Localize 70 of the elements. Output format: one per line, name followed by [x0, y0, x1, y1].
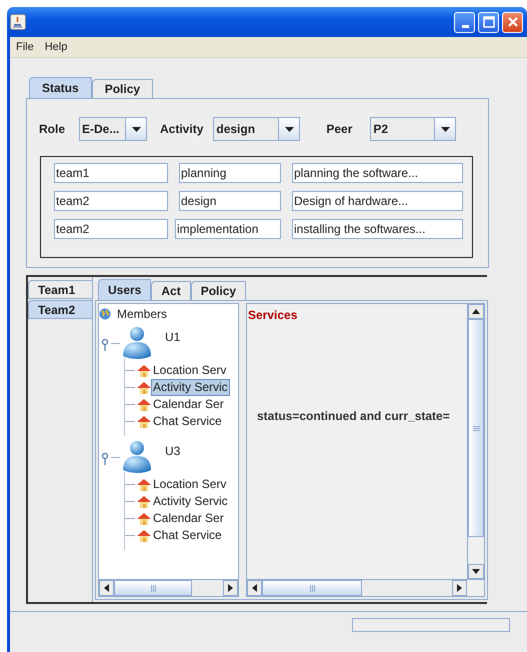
house-icon: [136, 414, 152, 428]
grip-icon: [150, 584, 156, 592]
scrollbar[interactable]: [467, 304, 484, 579]
dropdown[interactable]: E-De...: [79, 117, 148, 141]
grip-icon: [310, 584, 314, 592]
house-icon: [136, 478, 152, 492]
right-arrow-icon: [228, 584, 233, 592]
text-field[interactable]: planning the software...: [292, 163, 463, 183]
text-field[interactable]: design: [179, 191, 281, 211]
text-field[interactable]: planning: [179, 163, 281, 183]
tree-item[interactable]: Location Serv: [152, 477, 228, 492]
grip-icon: [472, 426, 480, 430]
menu-item[interactable]: File: [13, 41, 42, 53]
text-field[interactable]: installing the softwares...: [292, 219, 463, 239]
left-arrow-icon: [252, 584, 257, 592]
up-arrow-icon: [472, 309, 480, 314]
tab[interactable]: Policy: [92, 79, 154, 98]
house-icon: [136, 494, 152, 508]
house-icon: [136, 528, 152, 542]
tab[interactable]: Users: [98, 279, 152, 300]
field-label: Peer: [326, 122, 352, 136]
globe-icon: [99, 308, 111, 320]
minimize-icon: [462, 24, 469, 28]
text-field[interactable]: implementation: [175, 219, 281, 239]
person-icon: [120, 326, 154, 360]
tab[interactable]: Policy: [190, 281, 246, 300]
caret-icon: [440, 126, 450, 132]
tree-item[interactable]: Calendar Ser: [152, 397, 225, 412]
tree-item[interactable]: U1: [164, 330, 182, 344]
down-arrow-icon: [472, 569, 480, 574]
dropdown[interactable]: design: [213, 117, 300, 141]
right-arrow-icon: [457, 584, 462, 592]
scrollbar[interactable]: [247, 579, 467, 596]
left-arrow-icon: [104, 584, 109, 592]
close-button[interactable]: [502, 12, 523, 32]
tree-item[interactable]: Chat Service: [152, 528, 223, 543]
tree-item[interactable]: Activity Servic: [152, 494, 229, 509]
text-field[interactable]: team2: [54, 219, 168, 239]
menu-item[interactable]: Help: [42, 41, 76, 53]
text-field[interactable]: team2: [54, 191, 168, 211]
tab[interactable]: Status: [29, 77, 92, 98]
caret-icon: [284, 126, 294, 132]
tree-item[interactable]: Chat Service: [152, 414, 223, 429]
tab[interactable]: Act: [151, 281, 191, 300]
coffee-cup-icon: [10, 14, 26, 30]
section-heading: Services: [247, 308, 298, 322]
person-icon: [120, 440, 154, 474]
text-field[interactable]: team1: [54, 163, 168, 183]
tree-item[interactable]: Activity Servic: [151, 379, 230, 396]
scrollbar[interactable]: [99, 579, 238, 596]
status-text: status=continued and curr_state=: [257, 409, 451, 423]
house-icon: [136, 380, 152, 394]
caret-icon: [132, 126, 141, 132]
tree-item[interactable]: Calendar Ser: [152, 511, 225, 526]
house-icon: [136, 398, 152, 412]
field-label: Activity: [160, 122, 204, 136]
tree-item[interactable]: Location Serv: [152, 363, 228, 378]
tab[interactable]: Team1: [28, 280, 92, 299]
minimize-button[interactable]: [454, 12, 475, 32]
maximize-button[interactable]: [478, 12, 499, 32]
dropdown[interactable]: P2: [370, 117, 456, 141]
text-field[interactable]: Design of hardware...: [292, 191, 463, 211]
tree-item[interactable]: Members: [116, 306, 168, 322]
tab[interactable]: Team2: [28, 300, 92, 319]
field-label: Role: [39, 122, 66, 136]
tree-item[interactable]: U3: [164, 444, 182, 458]
close-icon: [506, 16, 518, 28]
house-icon: [136, 512, 152, 526]
maximize-icon: [482, 16, 494, 28]
house-icon: [136, 364, 152, 378]
